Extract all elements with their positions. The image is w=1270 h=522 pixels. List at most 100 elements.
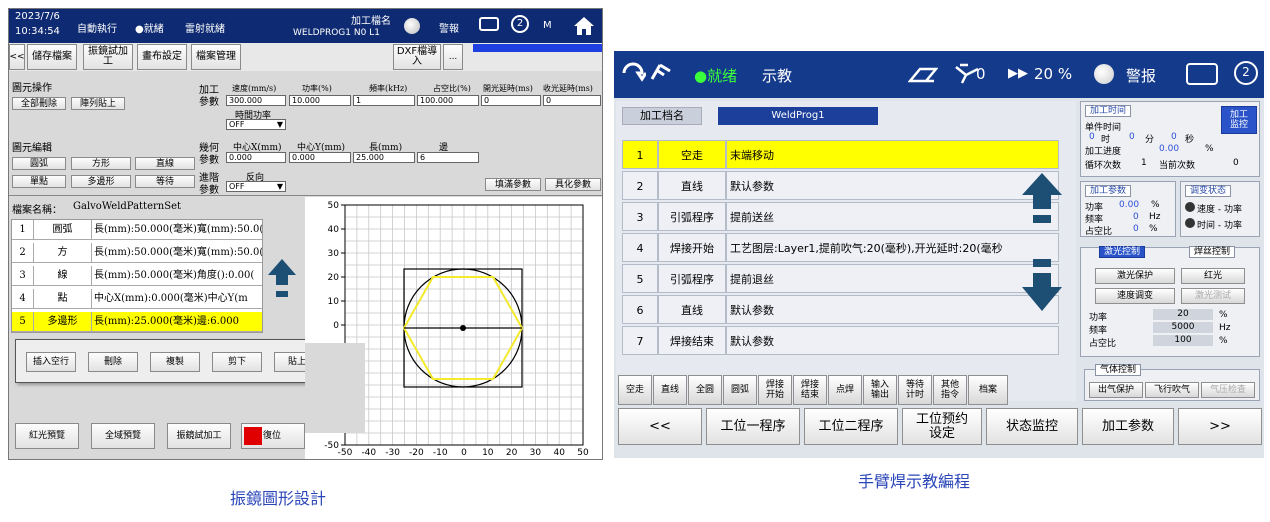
copy-button[interactable]: 複製 [150,352,200,372]
wait-button[interactable]: 等待 [135,175,195,188]
nav-station1-button[interactable]: 工位一程序 [706,408,800,445]
alarm-text: 警報 [439,24,459,35]
length-input[interactable]: 25.000 [353,152,415,163]
program-row[interactable]: 5 引弧程序 提前退丝 [622,264,1059,293]
program-row[interactable]: 3 引弧程序 提前送丝 [622,202,1059,231]
laser-test-button[interactable]: 激光测试 [1181,288,1245,304]
galvo-test-button[interactable]: 振鏡試加工 [83,44,133,70]
nav-reservation-button[interactable]: 工位预约设定 [902,408,982,445]
tool-io[interactable]: 输入输出 [863,375,897,405]
polygon-button[interactable]: 多邊形 [71,175,131,188]
back-button[interactable]: << [9,44,25,70]
row-desc: 長(mm):25.000(毫米)邊:6.000 [92,312,262,332]
dxf-import-button[interactable]: DXF檔導入 [393,44,441,70]
red-preview-button[interactable]: 紅光預覽 [15,423,79,449]
program-row[interactable]: 4 焊接开始 工艺图层:Layer1,提前吹气:20(毫秒),开光延时:20(毫… [622,233,1059,262]
tool-empty-move[interactable]: 空走 [618,375,652,405]
duty-input[interactable]: 100.000 [417,95,479,106]
file-management-button[interactable]: 檔案管理 [191,44,241,70]
freq-input[interactable]: 1 [353,95,415,106]
nav-station2-button[interactable]: 工位二程序 [804,408,898,445]
tool-weld-start[interactable]: 焊接开始 [758,375,792,405]
delete-all-button[interactable]: 全部刪除 [12,97,66,110]
tool-line[interactable]: 直线 [653,375,687,405]
delete-button[interactable]: 刪除 [88,352,138,372]
radio-time-power-icon[interactable] [1185,218,1195,228]
save-file-button[interactable]: 儲存檔案 [27,44,77,70]
power-input[interactable]: 10.000 [289,95,351,106]
line-button[interactable]: 直線 [135,157,195,170]
program-row[interactable]: 7 焊接结束 默认参数 [622,326,1059,355]
cut-button[interactable]: 剪下 [212,352,262,372]
point-button[interactable]: 單點 [12,175,66,188]
lc-power-input[interactable]: 20 [1153,309,1213,320]
specialize-params-button[interactable]: 具化參數 [545,178,601,191]
laser-control-tab[interactable]: 激光控制 [1099,246,1146,258]
x-tick-label: -20 [409,448,424,458]
more-button[interactable]: ... [443,44,463,70]
reverse-select[interactable]: OFF ▼ [226,181,286,192]
lc-freq-input[interactable]: 5000 [1153,322,1213,333]
wire-control-tab[interactable]: 焊丝控制 [1189,246,1236,258]
speed-header: 速度(mm/s) [232,84,277,93]
speed-power-option[interactable]: 速度 - 功率 [1197,202,1242,215]
square-button[interactable]: 方形 [71,157,131,170]
time-power-option[interactable]: 时间 - 功率 [1197,218,1242,231]
canvas-settings-button[interactable]: 畫布設定 [137,44,187,70]
full-preview-button[interactable]: 全域預覽 [91,423,155,449]
on-delay-input[interactable]: 0 [481,95,541,106]
power-header: 功率(%) [302,84,332,93]
off-delay-input[interactable]: 0 [543,95,601,106]
insert-row-button[interactable]: 插入空行 [26,352,76,372]
sides-input[interactable]: 6 [417,152,479,163]
program-row-selected[interactable]: 1 空走 末端移动 [622,140,1059,169]
list-item-selected[interactable]: 5 多邊形 長(mm):25.000(毫米)邊:6.000 [12,312,262,332]
speed-adjust-button[interactable]: 速度调变 [1095,288,1175,304]
x-tick-label: -30 [385,448,400,458]
help-icon[interactable]: 2 [511,15,529,33]
move-down-icon[interactable] [1020,255,1064,313]
lc-duty-input[interactable]: 100 [1153,335,1213,346]
gas-protect-button[interactable]: 出气保护 [1089,382,1143,398]
red-light-button[interactable]: 红光 [1181,268,1245,284]
center-y-input[interactable]: 0.000 [289,152,351,163]
arc-button[interactable]: 圓弧 [12,157,66,170]
fly-blow-button[interactable]: 飞行吹气 [1145,382,1199,398]
move-up-icon[interactable] [1020,171,1064,229]
list-item[interactable]: 3 線 長(mm):50.000(毫米)角度():0.00( [12,266,262,286]
tool-arc[interactable]: 圆弧 [723,375,757,405]
center-x-input[interactable]: 0.000 [226,152,286,163]
tool-other[interactable]: 其他指令 [933,375,967,405]
tool-archive[interactable]: 档案 [968,375,1008,405]
nav-next-button[interactable]: >> [1178,408,1262,445]
progress-unit: % [1205,144,1214,154]
monitor-button[interactable]: 加工监控 [1221,106,1257,134]
status-lamp-icon [404,18,420,34]
nav-status-monitor-button[interactable]: 状态监控 [986,408,1078,445]
tool-spot-weld[interactable]: 点焊 [828,375,862,405]
help-icon[interactable]: 2 [1234,61,1258,85]
fill-params-button[interactable]: 填滿參數 [485,178,541,191]
home-button[interactable] [567,11,601,41]
program-row[interactable]: 2 直线 默认参数 [622,171,1059,200]
array-paste-button[interactable]: 陣列貼上 [71,97,125,110]
move-up-icon[interactable] [267,257,297,303]
reset-button[interactable]: 復位 [241,423,305,449]
list-item[interactable]: 4 點 中心X(mm):0.000(毫米)中心Y(m [12,289,262,309]
galvo-test-run-button[interactable]: 振鏡試加工 [167,423,231,449]
tool-weld-end[interactable]: 焊接结束 [793,375,827,405]
time-power-select[interactable]: OFF ▼ [226,119,286,130]
tool-circle[interactable]: 全圆 [688,375,722,405]
speed-input[interactable]: 300.000 [226,95,286,106]
list-item[interactable]: 2 方 長(mm):50.000(毫米)寬(mm):50.0( [12,243,262,263]
radio-speed-power-icon[interactable] [1185,202,1195,212]
list-item[interactable]: 1 圓弧 長(mm):50.000(毫米)寬(mm):50.0( [12,220,262,240]
tool-wait-timer[interactable]: 等待计时 [898,375,932,405]
nav-prev-button[interactable]: << [618,408,702,445]
keyboard-icon[interactable] [1186,63,1218,85]
gas-check-button[interactable]: 气压检查 [1201,382,1255,398]
nav-process-params-button[interactable]: 加工参数 [1082,408,1174,445]
laser-protect-button[interactable]: 激光保护 [1095,268,1175,284]
program-row[interactable]: 6 直线 默认参数 [622,295,1059,324]
keyboard-icon[interactable] [479,17,499,31]
